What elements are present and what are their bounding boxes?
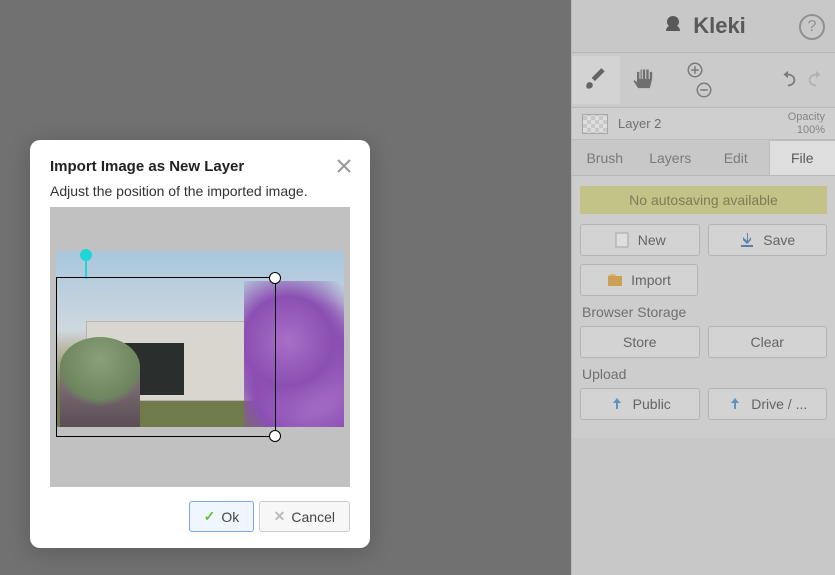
help-icon: ? [808,18,817,36]
public-label: Public [633,396,671,412]
brush-icon [583,67,609,93]
autosave-banner: No autosaving available [580,186,827,214]
help-button[interactable]: ? [799,14,825,40]
file-panel: No autosaving available New Save Import … [572,176,835,438]
store-button[interactable]: Store [580,326,700,358]
browser-storage-label: Browser Storage [582,304,827,320]
upload-drive-button[interactable]: Drive / ... [708,388,828,420]
image-preview[interactable] [50,207,350,487]
upload-icon [609,398,625,410]
clear-button[interactable]: Clear [708,326,828,358]
opacity-label: Opacity [788,111,825,123]
layer-name: Layer 2 [618,116,661,131]
tab-layers[interactable]: Layers [638,140,704,175]
import-button[interactable]: Import [580,264,698,296]
resize-handle-tr[interactable] [269,272,281,284]
modal-title: Import Image as New Layer [50,158,350,175]
close-button[interactable] [332,154,356,178]
hand-tool[interactable] [620,56,668,104]
modal-buttons: ✓ Ok ✕ Cancel [50,501,350,532]
upload-label: Upload [582,366,827,382]
close-icon [336,158,352,174]
layer-opacity: Opacity 100% [788,111,825,135]
clear-label: Clear [751,334,784,350]
save-button[interactable]: Save [708,224,828,256]
store-label: Store [623,334,656,350]
zoom-out-icon[interactable] [695,81,713,99]
layer-thumbnail [582,114,608,134]
tab-brush[interactable]: Brush [572,140,638,175]
check-icon: ✓ [204,508,216,525]
ok-label: Ok [221,509,239,525]
hand-icon [630,66,658,94]
tab-edit[interactable]: Edit [703,140,769,175]
logo-row: Kleki ? [572,0,835,52]
drive-label: Drive / ... [751,396,807,412]
import-icon [607,273,623,287]
import-label: Import [631,272,671,288]
save-label: Save [763,232,795,248]
undo-icon[interactable] [777,69,799,91]
new-doc-icon [614,232,630,248]
brush-tool[interactable] [572,56,620,104]
zoom-in-icon[interactable] [686,61,704,79]
kleki-logo-icon [661,14,685,38]
cancel-label: Cancel [291,509,335,525]
cancel-button[interactable]: ✕ Cancel [259,501,350,532]
import-modal: Import Image as New Layer Adjust the pos… [30,140,370,548]
upload-icon [727,398,743,410]
new-label: New [638,232,666,248]
modal-subtitle: Adjust the position of the imported imag… [50,183,350,199]
x-icon: ✕ [274,508,286,525]
current-layer-row[interactable]: Layer 2 Opacity 100% [572,108,835,140]
download-icon [739,233,755,247]
app-name: Kleki [693,13,746,39]
upload-public-button[interactable]: Public [580,388,700,420]
rotate-handle[interactable] [80,249,92,261]
opacity-value: 100% [788,124,825,136]
tab-file[interactable]: File [769,140,835,175]
new-button[interactable]: New [580,224,700,256]
ok-button[interactable]: ✓ Ok [189,501,255,532]
zoom-tool-group [668,61,722,99]
sidebar: Kleki ? Layer 2 Opacity 100% Brush Layer… [571,0,835,575]
transform-box[interactable] [56,277,276,437]
redo-icon[interactable] [805,69,827,91]
toolbar [572,52,835,108]
undo-redo-group [775,69,835,91]
resize-handle-br[interactable] [269,430,281,442]
tabs: Brush Layers Edit File [572,140,835,176]
